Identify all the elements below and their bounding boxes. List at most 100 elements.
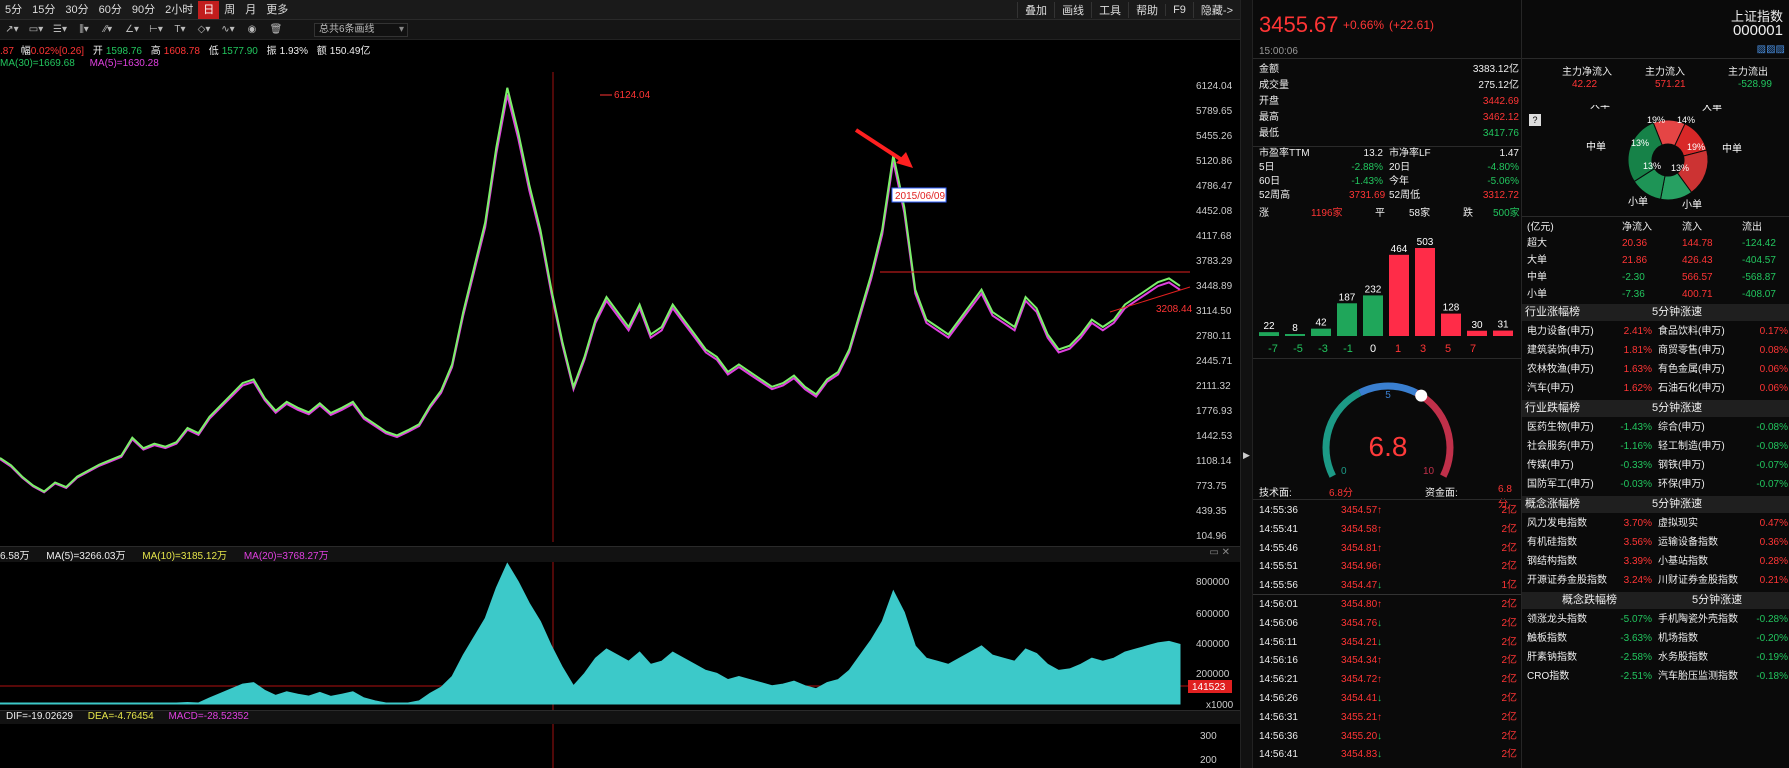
section-row[interactable]: 传媒(申万) -0.33% 钢铁(申万) -0.07%: [1522, 456, 1789, 475]
panel-splitter[interactable]: ▶: [1240, 0, 1253, 768]
tick-volume: 2亿: [1501, 711, 1517, 723]
tick-row[interactable]: 14:56:16 3454.34 ↑ 2亿: [1253, 652, 1521, 670]
toolbar-right-item-4[interactable]: F9: [1165, 4, 1193, 16]
section-pct: -0.08%: [1756, 441, 1788, 452]
tick-row[interactable]: 14:55:36 3454.57 ↑ 2亿: [1253, 502, 1521, 520]
period-8[interactable]: 月: [240, 1, 261, 19]
section-row[interactable]: 领涨龙头指数 -5.07% 手机陶瓷外壳指数 -0.28%: [1522, 610, 1789, 629]
section-row[interactable]: 肝素钠指数 -2.58% 水务股指数 -0.19%: [1522, 648, 1789, 667]
tick-list[interactable]: 14:55:36 3454.57 ↑ 2亿 14:55:41 3454.58 ↑ 2亿 14:5…: [1253, 502, 1521, 768]
period-9[interactable]: 更多: [261, 1, 293, 19]
flow-header-value: 571.21: [1655, 79, 1686, 90]
gauge-value: 6.8: [1369, 431, 1408, 462]
section-pct: 0.36%: [1759, 537, 1788, 548]
y-tick-5: 4452.08: [1196, 206, 1233, 217]
stat-value: 3462.12: [1482, 112, 1519, 123]
section-row[interactable]: 建筑装饰(申万) 1.81% 商贸零售(申万) 0.08%: [1522, 341, 1789, 360]
donut-label-4: 小单: [1682, 199, 1702, 211]
section-name: 有色金属(申万): [1658, 364, 1725, 375]
close-pane-icon[interactable]: ▭ ✕: [1209, 547, 1230, 558]
trash-icon[interactable]: 🗑: [266, 23, 286, 37]
angle-tool-icon[interactable]: ∠▾: [122, 23, 142, 37]
period-7[interactable]: 周: [219, 1, 240, 19]
donut-label-3: 中单: [1586, 140, 1606, 153]
tick-price: 3454.21: [1341, 636, 1378, 648]
section-row[interactable]: 风力发电指数 3.70% 虚拟现实 0.47%: [1522, 514, 1789, 533]
tick-row[interactable]: 14:56:01 3454.80 ↑ 2亿: [1253, 594, 1521, 614]
y-tick-18: 104.96: [1196, 531, 1227, 542]
tick-volume: 2亿: [1501, 674, 1517, 686]
y-tick-9: 3114.50: [1196, 306, 1232, 317]
tick-row[interactable]: 14:55:51 3454.96 ↑ 2亿: [1253, 558, 1521, 576]
pen-tool-icon[interactable]: ⁄⁄▾: [98, 23, 118, 37]
section-header[interactable]: 概念涨幅榜 5分钟涨速: [1522, 496, 1789, 513]
flow-table-cell: -408.07: [1742, 289, 1776, 300]
section-row[interactable]: 医药生物(申万) -1.43% 综合(申万) -0.08%: [1522, 418, 1789, 437]
section-name: 轻工制造(申万): [1658, 441, 1725, 452]
bars-tool-icon[interactable]: ⫼▾: [74, 23, 94, 37]
window-icons[interactable]: ▨▨▨: [1757, 44, 1785, 55]
section-row[interactable]: 有机硅指数 3.56% 运输设备指数 0.36%: [1522, 533, 1789, 552]
tick-row[interactable]: 14:56:26 3454.41 ↓ 2亿: [1253, 690, 1521, 708]
period-1[interactable]: 15分: [27, 1, 60, 19]
period-0[interactable]: 5分: [0, 1, 27, 19]
toolbar-right-item-1[interactable]: 画线: [1054, 2, 1091, 18]
stat-label: 开盘: [1259, 96, 1279, 107]
section-row[interactable]: 电力设备(申万) 2.41% 食品饮料(申万) 0.17%: [1522, 322, 1789, 341]
section-header[interactable]: 概念跌幅榜 5分钟涨速: [1522, 592, 1789, 609]
text-tool-icon[interactable]: T▾: [170, 23, 190, 37]
expand-arrow-icon[interactable]: ▶: [1243, 450, 1250, 461]
volume-chart[interactable]: 800000 600000 400000 200000 x1000 141523: [0, 562, 1240, 710]
tick-row[interactable]: 14:55:41 3454.58 ↑ 2亿: [1253, 521, 1521, 539]
tick-row[interactable]: 14:55:56 3454.47 ↓ 1亿: [1253, 577, 1521, 595]
section-pct: 0.21%: [1759, 575, 1788, 586]
section-row[interactable]: 社会服务(申万) -1.16% 轻工制造(申万) -0.08%: [1522, 437, 1789, 456]
section-header[interactable]: 行业涨幅榜 5分钟涨速: [1522, 304, 1789, 321]
tick-row[interactable]: 14:56:41 3454.83 ↓ 2亿: [1253, 746, 1521, 764]
shape-tool-icon[interactable]: ◇▾: [194, 23, 214, 37]
toolbar-right-item-2[interactable]: 工具: [1091, 2, 1128, 18]
section-title-speed: 5分钟涨速: [1652, 306, 1703, 318]
change-pct: +0.66%: [1343, 18, 1385, 32]
section-row[interactable]: 国防军工(申万) -0.03% 环保(申万) -0.07%: [1522, 475, 1789, 494]
section-pct: 0.06%: [1759, 383, 1788, 394]
tick-row[interactable]: 14:56:11 3454.21 ↓ 2亿: [1253, 634, 1521, 652]
eye-icon[interactable]: ◉: [242, 23, 262, 37]
tick-row[interactable]: 14:56:06 3454.76 ↓ 2亿: [1253, 615, 1521, 633]
toolbar-right-item-0[interactable]: 叠加: [1017, 2, 1054, 18]
section-row[interactable]: 触板指数 -3.63% 机场指数 -0.20%: [1522, 629, 1789, 648]
y-tick-3: 5120.86: [1196, 156, 1233, 167]
comment-tool-icon[interactable]: ▭▾: [26, 23, 46, 37]
section-row[interactable]: 钢结构指数 3.39% 小基站指数 0.28%: [1522, 552, 1789, 571]
drawing-count-select[interactable]: 总共6条画线: [314, 22, 408, 37]
tick-row[interactable]: 14:56:36 3455.20 ↓ 2亿: [1253, 728, 1521, 746]
section-pct: -0.19%: [1756, 652, 1788, 663]
section-row[interactable]: 农林牧渔(申万) 1.63% 有色金属(申万) 0.06%: [1522, 360, 1789, 379]
macd-chart[interactable]: 300 200: [0, 724, 1240, 768]
channel-tool-icon[interactable]: ☰▾: [50, 23, 70, 37]
ma5-label: MA(5)=1630.28: [89, 58, 159, 69]
period-4[interactable]: 90分: [127, 1, 160, 19]
tick-row[interactable]: 14:56:21 3454.72 ↑ 2亿: [1253, 671, 1521, 689]
tick-row[interactable]: 14:56:31 3455.21 ↑ 2亿: [1253, 709, 1521, 727]
section-row[interactable]: 开源证券金股指数 3.24% 川财证券金股指数 0.21%: [1522, 571, 1789, 590]
tick-row[interactable]: 14:55:46 3454.81 ↑ 2亿: [1253, 540, 1521, 558]
period-5[interactable]: 2小时: [160, 1, 198, 19]
section-name: 运输设备指数: [1658, 537, 1718, 548]
period-6[interactable]: 日: [198, 0, 220, 19]
price-chart[interactable]: 6124.04 5789.65 5455.26 5120.86 4786.47 4452.…: [0, 72, 1240, 542]
help-icon[interactable]: ?: [1529, 114, 1541, 126]
section-row[interactable]: 汽车(申万) 1.62% 石油石化(申万) 0.06%: [1522, 379, 1789, 398]
fib-tool-icon[interactable]: ⊢▾: [146, 23, 166, 37]
valuation-table: 市盈率TTM 13.2 市净率LF 1.47 5日 -2.88% 20日 -4.80% 60日 -…: [1253, 147, 1521, 203]
section-name: 领涨龙头指数: [1527, 614, 1587, 625]
toolbar-right-item-3[interactable]: 帮助: [1128, 2, 1165, 18]
period-3[interactable]: 60分: [94, 1, 127, 19]
section-row[interactable]: CRO指数 -2.51% 汽车胎压监测指数 -0.18%: [1522, 667, 1789, 686]
wave-tool-icon[interactable]: ∿▾: [218, 23, 238, 37]
dist-bar-3: [1337, 303, 1357, 336]
line-tool-icon[interactable]: ↗▾: [2, 23, 22, 37]
period-2[interactable]: 30分: [60, 1, 93, 19]
section-header[interactable]: 行业跌幅榜 5分钟涨速: [1522, 400, 1789, 417]
toolbar-right-item-5[interactable]: 隐藏->: [1192, 2, 1240, 18]
